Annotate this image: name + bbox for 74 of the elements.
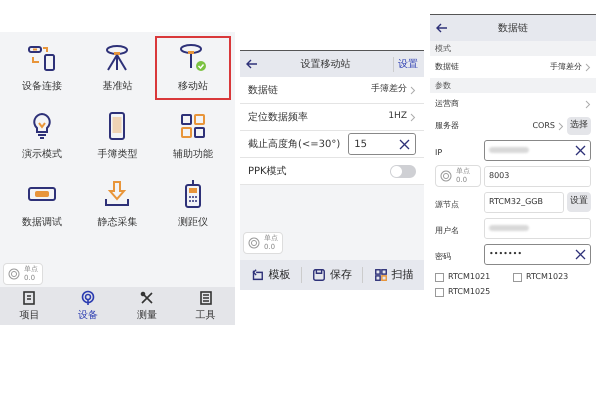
nav-tab[interactable]: 工具 bbox=[176, 287, 235, 325]
field-label: IP bbox=[435, 148, 442, 157]
field-label: 运营商 bbox=[435, 98, 459, 110]
setting-select[interactable]: 手簿差分 bbox=[550, 61, 591, 73]
blurred-value bbox=[489, 225, 529, 231]
back-arrow-icon[interactable] bbox=[436, 23, 448, 33]
qr-code-icon bbox=[374, 268, 388, 282]
section-header: 参数 bbox=[435, 80, 451, 92]
menu-item[interactable]: 基准站 bbox=[80, 36, 156, 100]
menu-item[interactable]: 数据调试 bbox=[4, 172, 80, 236]
setting-select[interactable]: 1HZ bbox=[388, 110, 416, 124]
chevron-right-icon bbox=[410, 86, 416, 94]
setting-select[interactable]: 手簿差分 bbox=[371, 83, 416, 97]
setting-select[interactable] bbox=[585, 100, 591, 108]
elevation-input[interactable]: 15 bbox=[348, 133, 416, 155]
checkbox[interactable] bbox=[435, 272, 444, 282]
receiver-check-icon bbox=[178, 42, 208, 72]
target-icon bbox=[440, 170, 452, 182]
back-arrow-icon[interactable] bbox=[246, 59, 258, 69]
save-icon bbox=[312, 268, 326, 282]
field-label: 用户名 bbox=[435, 226, 459, 235]
screen-title: 设置移动站 bbox=[300, 58, 352, 72]
menu-item[interactable]: 测距仪 bbox=[155, 172, 231, 236]
target-icon bbox=[248, 237, 260, 249]
setting-select[interactable]: CORS bbox=[532, 120, 564, 132]
settings-link[interactable]: 设置 bbox=[393, 56, 418, 72]
screen-title: 数据链 bbox=[497, 22, 529, 36]
rtcm-checkbox[interactable]: RTCM1025 bbox=[435, 286, 513, 298]
nav-tab[interactable]: 测量 bbox=[118, 287, 176, 325]
field-label: 数据链 bbox=[435, 61, 459, 73]
toolbar-button[interactable]: 扫描 bbox=[363, 266, 424, 284]
clear-icon[interactable] bbox=[575, 248, 586, 260]
checkbox[interactable] bbox=[435, 288, 444, 296]
toolbar-button[interactable]: 模板 bbox=[240, 266, 302, 284]
clear-icon[interactable] bbox=[399, 138, 410, 150]
clear-icon[interactable] bbox=[575, 144, 586, 156]
chevron-right-icon bbox=[585, 100, 591, 108]
section-header: 模式 bbox=[435, 42, 451, 54]
target-icon bbox=[8, 268, 20, 280]
input-field[interactable]: 8003 bbox=[484, 166, 591, 186]
set-button[interactable]: 设置 bbox=[567, 192, 591, 212]
broadcast-icon bbox=[80, 290, 96, 306]
calculator-icon bbox=[198, 290, 214, 306]
tools-icon bbox=[138, 290, 155, 306]
menu-item[interactable]: 移动站 bbox=[155, 36, 231, 100]
chevron-right-icon bbox=[410, 112, 416, 122]
blurred-value bbox=[489, 147, 529, 153]
return-box-icon bbox=[250, 268, 264, 282]
nav-tab[interactable]: 设备 bbox=[58, 287, 118, 325]
input-field[interactable]: RTCM32_GGB bbox=[484, 192, 564, 212]
field-label: 密码 bbox=[435, 252, 451, 261]
setting-label: PPK模式 bbox=[248, 164, 287, 178]
document-icon bbox=[21, 290, 38, 306]
menu-item[interactable]: 设备连接 bbox=[4, 36, 80, 100]
chevron-right-icon bbox=[558, 122, 564, 130]
menu-item[interactable]: 演示模式 bbox=[4, 104, 80, 168]
input-field[interactable]: ••••••• bbox=[484, 244, 591, 264]
nav-tab[interactable]: 项目 bbox=[0, 287, 59, 325]
menu-item[interactable]: 辅助功能 bbox=[155, 104, 231, 168]
rtcm-checkbox[interactable]: RTCM1021 bbox=[435, 271, 513, 283]
setting-label: 数据链 bbox=[248, 84, 278, 98]
setting-label: 定位数据频率 bbox=[248, 110, 308, 124]
field-label: 服务器 bbox=[435, 120, 459, 132]
chevron-right-icon bbox=[585, 62, 591, 72]
rtcm-checkbox[interactable]: RTCM1023 bbox=[513, 271, 591, 283]
field-label: 源节点 bbox=[435, 200, 459, 209]
checkbox[interactable] bbox=[513, 272, 522, 282]
choose-button[interactable]: 选择 bbox=[567, 117, 591, 135]
menu-item[interactable]: 静态采集 bbox=[80, 172, 156, 236]
ppk-toggle[interactable] bbox=[390, 164, 416, 178]
toolbar-button[interactable]: 保存 bbox=[302, 266, 364, 284]
input-field[interactable] bbox=[484, 140, 591, 160]
setting-label: 截止高度角(<=30°) bbox=[248, 138, 340, 152]
menu-item[interactable]: 手簿类型 bbox=[80, 104, 156, 168]
